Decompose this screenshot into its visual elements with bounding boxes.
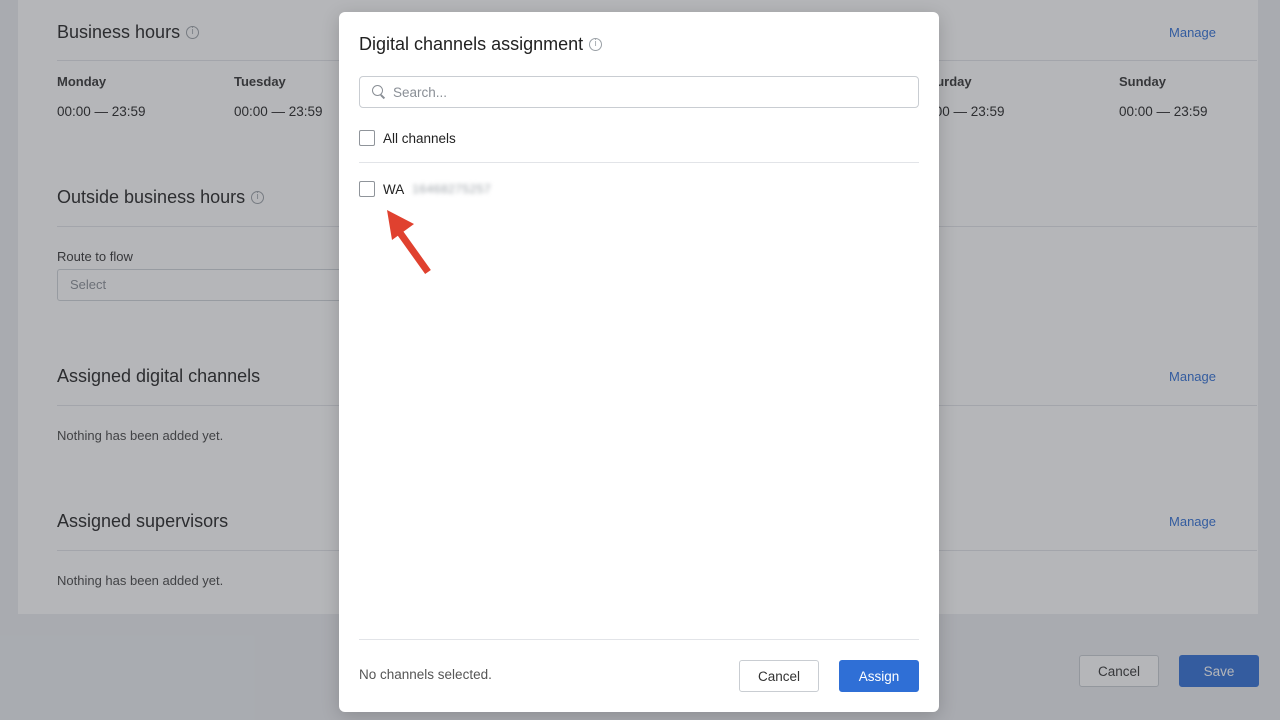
modal-title: Digital channels assignment i — [359, 34, 603, 55]
selection-status: No channels selected. — [359, 667, 492, 682]
assign-button[interactable]: Assign — [839, 660, 919, 692]
arrow-annotation-icon — [387, 210, 431, 275]
search-input[interactable] — [393, 84, 893, 100]
digital-channels-modal: Digital channels assignment i All channe… — [339, 12, 939, 712]
info-icon[interactable]: i — [589, 38, 603, 51]
arrow-shaft — [395, 227, 431, 275]
divider — [359, 162, 919, 163]
all-channels-checkbox[interactable] — [359, 130, 375, 146]
search-icon — [372, 85, 386, 99]
cancel-button[interactable]: Cancel — [739, 660, 819, 692]
channel-number-blurred: 16468275257 — [412, 182, 492, 196]
divider — [359, 639, 919, 640]
search-box[interactable] — [359, 76, 919, 108]
channel-checkbox[interactable] — [359, 181, 375, 197]
all-channels-option[interactable]: All channels — [359, 130, 456, 146]
channel-option-wa[interactable]: WA 16468275257 — [359, 181, 491, 197]
